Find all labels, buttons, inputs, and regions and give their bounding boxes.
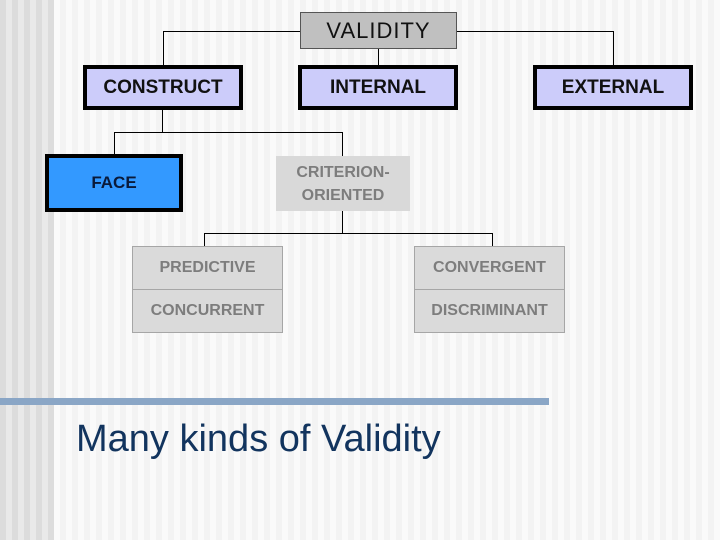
node-face: FACE — [45, 154, 183, 212]
connector-root-left — [163, 31, 300, 32]
connector-predictive — [204, 233, 205, 246]
node-internal-label: INTERNAL — [329, 76, 427, 98]
connector-construct-branch — [114, 132, 343, 133]
node-construct-label: CONSTRUCT — [103, 76, 223, 98]
node-convergent-label: CONVERGENT — [433, 259, 546, 276]
connector-criterion-in — [342, 132, 343, 156]
slide-title: Many kinds of Validity — [76, 418, 441, 460]
connector-root-external — [613, 31, 614, 65]
node-concurrent-label: CONCURRENT — [150, 302, 265, 319]
node-face-label: FACE — [91, 173, 137, 192]
node-external-label: EXTERNAL — [561, 76, 665, 98]
connector-criterion-branch — [204, 233, 493, 234]
connector-root-right — [457, 31, 613, 32]
connector-criterion-out — [342, 211, 343, 233]
connector-face — [114, 132, 115, 154]
node-criterion-line1: CRITERION- — [296, 163, 390, 181]
node-criterion-oriented: CRITERION- ORIENTED — [276, 156, 410, 211]
node-convergent: CONVERGENT — [414, 246, 565, 290]
connector-convergent — [492, 233, 493, 246]
node-validity: VALIDITY — [300, 12, 457, 49]
node-external: EXTERNAL — [533, 65, 693, 110]
connector-construct-down — [162, 110, 163, 132]
node-internal: INTERNAL — [298, 65, 458, 110]
node-criterion-line2: ORIENTED — [301, 186, 385, 204]
node-discriminant-label: DISCRIMINANT — [431, 302, 548, 319]
connector-root-construct — [163, 31, 164, 65]
node-concurrent: CONCURRENT — [132, 289, 283, 333]
node-predictive: PREDICTIVE — [132, 246, 283, 290]
node-predictive-label: PREDICTIVE — [159, 259, 256, 276]
node-discriminant: DISCRIMINANT — [414, 289, 565, 333]
node-validity-label: VALIDITY — [326, 17, 431, 43]
background-stripe-band — [0, 0, 54, 540]
node-construct: CONSTRUCT — [83, 65, 243, 110]
connector-root-internal — [378, 49, 379, 65]
title-accent-bar — [0, 398, 549, 405]
